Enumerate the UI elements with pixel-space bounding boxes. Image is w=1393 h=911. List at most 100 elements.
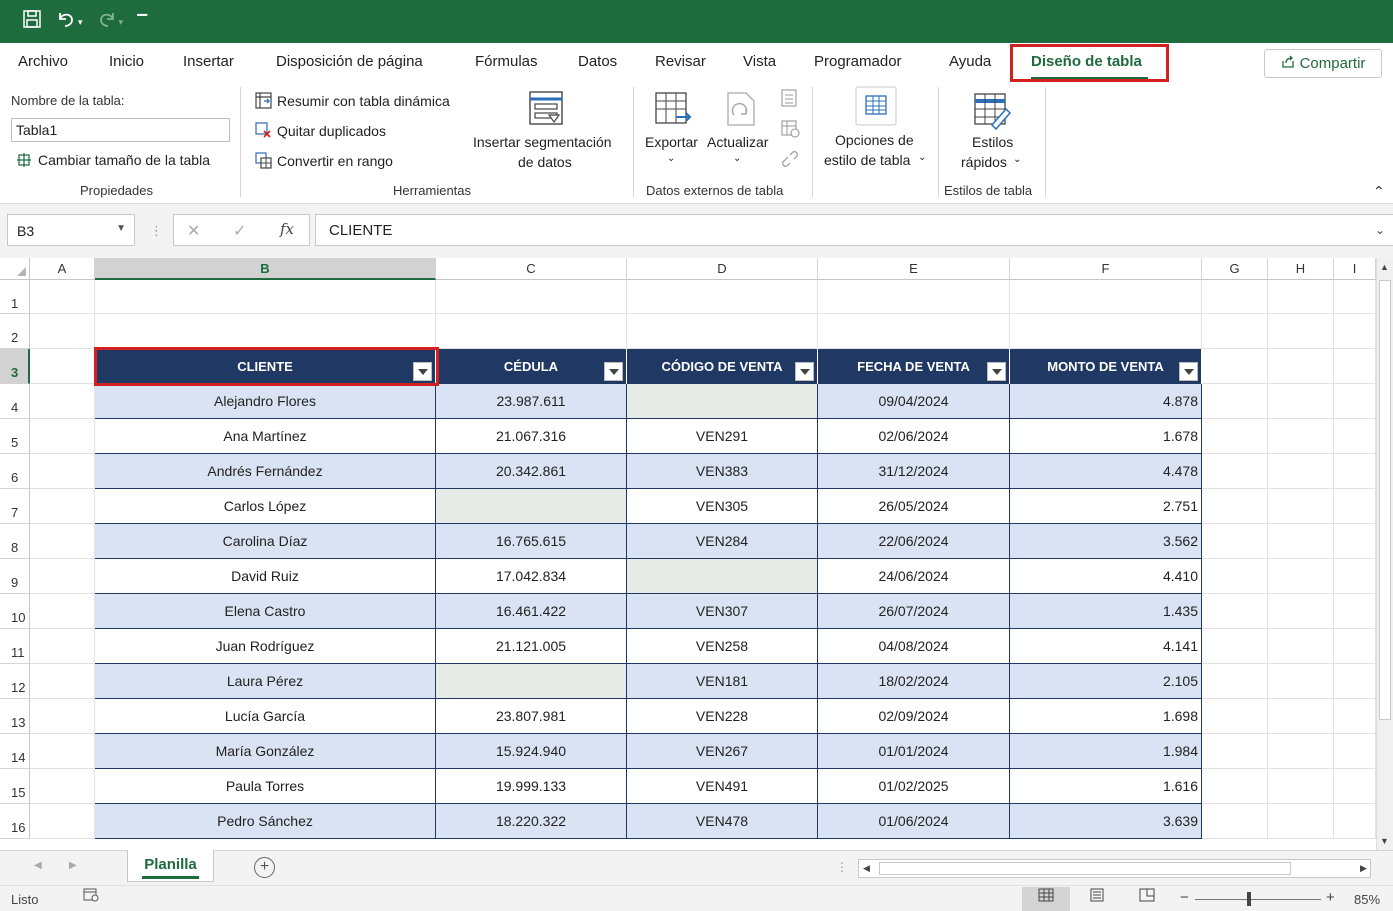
cell-h5[interactable] — [1268, 419, 1334, 454]
convert-to-range-button[interactable]: Convertir en rango — [255, 152, 393, 169]
normal-view-icon[interactable] — [1022, 887, 1070, 911]
tab-formulas[interactable]: Fórmulas — [475, 53, 538, 70]
cell-a8[interactable] — [30, 524, 95, 559]
zoom-slider-thumb[interactable] — [1247, 892, 1251, 906]
cell-a6[interactable] — [30, 454, 95, 489]
table-cell[interactable]: 1.984 — [1010, 734, 1202, 769]
row-header-3[interactable]: 3 — [0, 349, 30, 384]
table-cell[interactable]: Juan Rodríguez — [95, 629, 436, 664]
table-header-cell[interactable]: CÓDIGO DE VENTA — [627, 349, 818, 384]
table-cell[interactable]: Pedro Sánchez — [95, 804, 436, 839]
table-cell[interactable]: 22/06/2024 — [818, 524, 1010, 559]
quick-styles-icon[interactable] — [972, 91, 1012, 134]
cell-b1[interactable] — [95, 280, 436, 314]
style-options-dropdown-icon[interactable]: ⌄ — [918, 152, 926, 163]
table-cell[interactable]: 15.924.940 — [436, 734, 627, 769]
table-cell[interactable]: Andrés Fernández — [95, 454, 436, 489]
cell-a16[interactable] — [30, 804, 95, 839]
filter-dropdown-icon[interactable] — [604, 362, 623, 381]
row-header-8[interactable]: 8 — [0, 524, 30, 559]
scroll-up-icon[interactable]: ▲ — [1380, 262, 1389, 272]
table-cell[interactable]: VEN258 — [627, 629, 818, 664]
table-cell[interactable]: Alejandro Flores — [95, 384, 436, 419]
cell-g2[interactable] — [1202, 314, 1268, 349]
cell-c1[interactable] — [436, 280, 627, 314]
table-cell[interactable]: María González — [95, 734, 436, 769]
row-header-14[interactable]: 14 — [0, 734, 30, 769]
cell-h6[interactable] — [1268, 454, 1334, 489]
cell-i16[interactable] — [1334, 804, 1376, 839]
table-cell[interactable]: VEN291 — [627, 419, 818, 454]
horizontal-scrollbar[interactable]: ◀ ▶ — [858, 859, 1371, 878]
horizontal-scroll-thumb[interactable] — [879, 862, 1291, 875]
table-cell[interactable]: 18/02/2024 — [818, 664, 1010, 699]
cell-g16[interactable] — [1202, 804, 1268, 839]
page-break-view-icon[interactable] — [1123, 887, 1171, 911]
quick-styles-dropdown-icon[interactable]: ⌄ — [1013, 154, 1021, 165]
table-cell[interactable]: 01/02/2025 — [818, 769, 1010, 804]
table-cell[interactable]: 3.639 — [1010, 804, 1202, 839]
table-cell[interactable]: VEN305 — [627, 489, 818, 524]
table-cell[interactable]: 2.751 — [1010, 489, 1202, 524]
row-header-2[interactable]: 2 — [0, 314, 30, 349]
prev-sheet-icon[interactable]: ◀ — [34, 860, 42, 871]
scroll-left-icon[interactable]: ◀ — [863, 863, 870, 874]
zoom-level[interactable]: 85% — [1354, 892, 1380, 907]
row-header-5[interactable]: 5 — [0, 419, 30, 454]
table-cell[interactable]: VEN284 — [627, 524, 818, 559]
cell-i4[interactable] — [1334, 384, 1376, 419]
cell-f2[interactable] — [1010, 314, 1202, 349]
tab-programador[interactable]: Programador — [814, 53, 902, 70]
table-cell[interactable]: 01/06/2024 — [818, 804, 1010, 839]
name-box-dropdown-icon[interactable]: ▼ — [116, 223, 126, 234]
cell-g4[interactable] — [1202, 384, 1268, 419]
table-cell[interactable]: Carlos López — [95, 489, 436, 524]
tab-disposicion[interactable]: Disposición de página — [276, 53, 423, 70]
cell-g3[interactable] — [1202, 349, 1268, 384]
row-header-12[interactable]: 12 — [0, 664, 30, 699]
table-cell[interactable]: 02/06/2024 — [818, 419, 1010, 454]
table-cell[interactable]: David Ruiz — [95, 559, 436, 594]
table-cell[interactable]: 1.616 — [1010, 769, 1202, 804]
formula-input[interactable]: CLIENTE ⌄ — [315, 214, 1393, 246]
cell-f1[interactable] — [1010, 280, 1202, 314]
refresh-label[interactable]: Actualizar — [707, 134, 768, 150]
filter-dropdown-icon[interactable] — [987, 362, 1006, 381]
cell-a3[interactable] — [30, 349, 95, 384]
row-header-6[interactable]: 6 — [0, 454, 30, 489]
table-cell[interactable]: 4.410 — [1010, 559, 1202, 594]
collapse-ribbon-icon[interactable]: ⌃ — [1373, 183, 1385, 200]
refresh-icon[interactable] — [722, 89, 762, 132]
redo-icon[interactable] — [97, 9, 117, 35]
vertical-scrollbar[interactable]: ▲ ▼ — [1376, 258, 1393, 850]
column-header-h[interactable]: H — [1268, 258, 1334, 280]
table-cell[interactable]: 09/04/2024 — [818, 384, 1010, 419]
table-cell[interactable] — [627, 384, 818, 419]
table-cell[interactable]: 31/12/2024 — [818, 454, 1010, 489]
share-button[interactable]: Compartir — [1264, 49, 1382, 78]
table-cell[interactable]: Ana Martínez — [95, 419, 436, 454]
cell-i5[interactable] — [1334, 419, 1376, 454]
table-header-cell[interactable]: MONTO DE VENTA — [1010, 349, 1202, 384]
table-header-cell[interactable]: FECHA DE VENTA — [818, 349, 1010, 384]
table-style-options-icon[interactable] — [855, 86, 897, 129]
cell-g7[interactable] — [1202, 489, 1268, 524]
cell-i11[interactable] — [1334, 629, 1376, 664]
cell-h7[interactable] — [1268, 489, 1334, 524]
cell-h9[interactable] — [1268, 559, 1334, 594]
properties-small-icon[interactable] — [780, 88, 798, 111]
cell-h12[interactable] — [1268, 664, 1334, 699]
table-cell[interactable]: 19.999.133 — [436, 769, 627, 804]
column-header-a[interactable]: A — [30, 258, 95, 280]
table-cell[interactable]: 18.220.322 — [436, 804, 627, 839]
cell-h11[interactable] — [1268, 629, 1334, 664]
cell-a10[interactable] — [30, 594, 95, 629]
cell-a9[interactable] — [30, 559, 95, 594]
select-all-corner[interactable] — [0, 258, 30, 280]
export-icon[interactable] — [654, 91, 694, 134]
filter-dropdown-icon[interactable] — [1179, 362, 1198, 381]
vertical-scroll-thumb[interactable] — [1379, 280, 1391, 720]
cell-h10[interactable] — [1268, 594, 1334, 629]
table-cell[interactable]: VEN228 — [627, 699, 818, 734]
refresh-dropdown-icon[interactable]: ⌄ — [733, 153, 741, 164]
